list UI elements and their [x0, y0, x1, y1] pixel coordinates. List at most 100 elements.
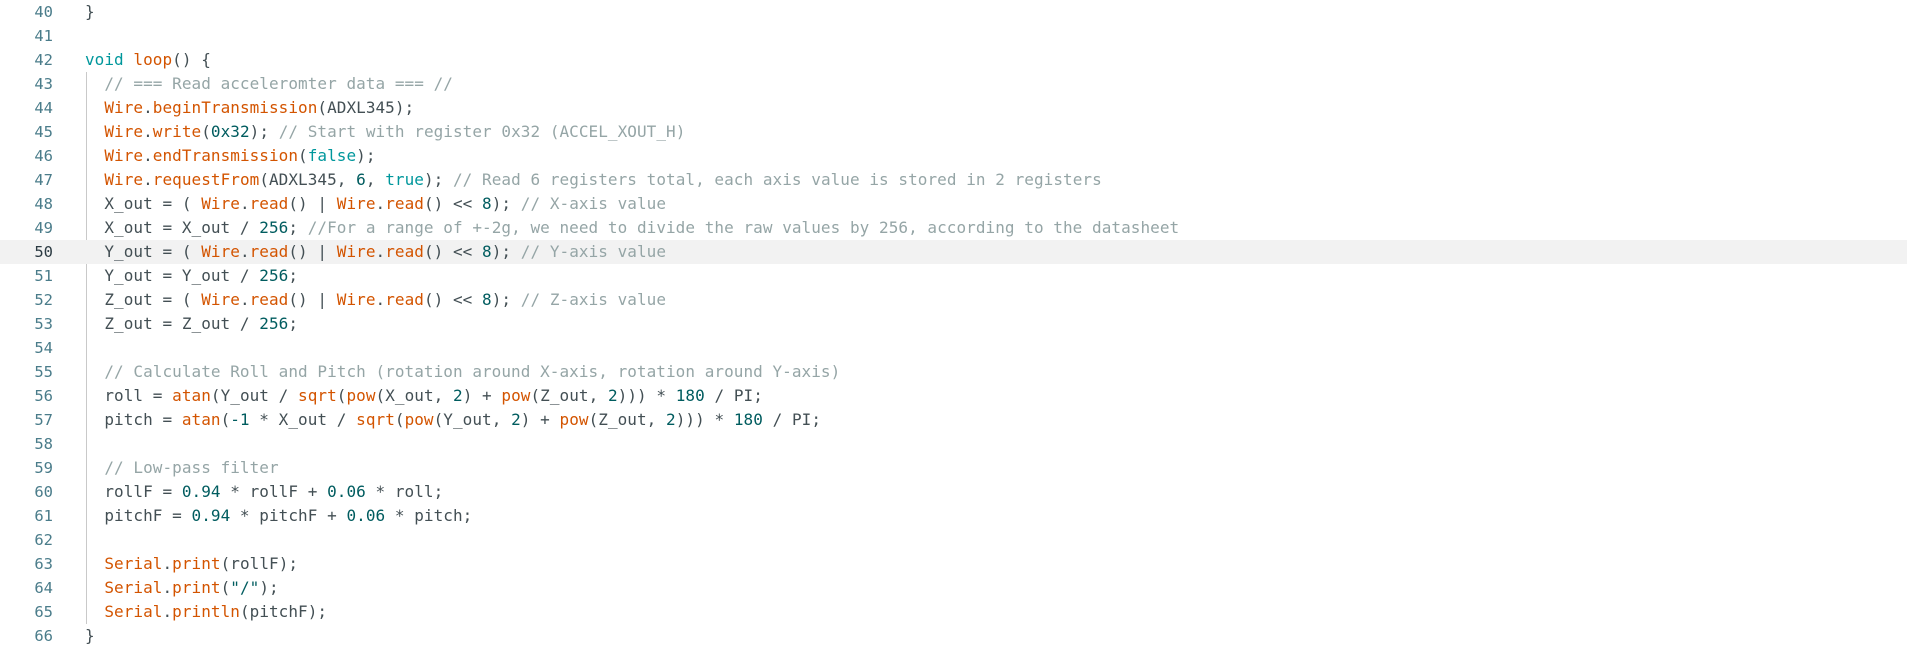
line-number: 40: [34, 3, 53, 21]
code-line[interactable]: 61 pitchF = 0.94 * pitchF + 0.06 * pitch…: [0, 504, 1907, 528]
code-token: beginTransmission: [152, 98, 318, 117]
line-number: 47: [34, 171, 53, 189]
code-line[interactable]: 40}: [0, 0, 1907, 24]
code-token: (Z_out,: [530, 386, 608, 405]
code-token: Wire: [104, 122, 144, 141]
code-token: 2: [453, 386, 463, 405]
code-text: Z_out = ( Wire.read() | Wire.read() << 8…: [85, 288, 666, 312]
code-token: );: [423, 170, 453, 189]
code-token: // Low-pass filter: [104, 458, 279, 477]
code-line[interactable]: 65 Serial.println(pitchF);: [0, 600, 1907, 624]
code-token: (: [220, 578, 231, 597]
code-token: X_out = X_out /: [85, 218, 260, 237]
line-number: 66: [34, 627, 53, 645]
code-token: roll =: [85, 386, 173, 405]
code-line[interactable]: 66}: [0, 624, 1907, 648]
code-line[interactable]: 46 Wire.endTransmission(false);: [0, 144, 1907, 168]
code-token: 0.06: [327, 482, 366, 501]
code-token: 0.94: [191, 506, 231, 525]
code-token: Z_out = Z_out /: [85, 314, 260, 333]
code-token: read: [385, 290, 424, 309]
line-number: 60: [34, 483, 53, 501]
code-token: print: [172, 578, 221, 597]
line-number: 55: [34, 363, 53, 381]
code-token: .: [239, 290, 250, 309]
code-token: (Y_out /: [210, 386, 299, 405]
code-token: 0.94: [181, 482, 221, 501]
code-line[interactable]: 60 rollF = 0.94 * rollF + 0.06 * roll;: [0, 480, 1907, 504]
code-line[interactable]: 47 Wire.requestFrom(ADXL345, 6, true); /…: [0, 168, 1907, 192]
code-line[interactable]: 55 // Calculate Roll and Pitch (rotation…: [0, 360, 1907, 384]
code-line[interactable]: 51 Y_out = Y_out / 256;: [0, 264, 1907, 288]
code-token: .: [375, 290, 386, 309]
code-token: endTransmission: [152, 146, 299, 165]
code-line[interactable]: 58: [0, 432, 1907, 456]
code-line[interactable]: 50 Y_out = ( Wire.read() | Wire.read() <…: [0, 240, 1907, 264]
line-number: 64: [34, 579, 53, 597]
code-token: Wire: [104, 146, 144, 165]
code-line[interactable]: 52 Z_out = ( Wire.read() | Wire.read() <…: [0, 288, 1907, 312]
code-token: // Y-axis value: [520, 242, 667, 261]
code-token: ;: [288, 218, 308, 237]
code-text: Wire.write(0x32); // Start with register…: [85, 120, 685, 144]
code-text: Wire.requestFrom(ADXL345, 6, true); // R…: [85, 168, 1102, 192]
code-token: // Z-axis value: [520, 290, 667, 309]
code-token: (: [394, 410, 405, 429]
code-line[interactable]: 57 pitch = atan(-1 * X_out / sqrt(pow(Y_…: [0, 408, 1907, 432]
code-line[interactable]: 42 void loop() {: [0, 48, 1907, 72]
code-token: atan: [181, 410, 221, 429]
code-line[interactable]: 43 // === Read acceleromter data === //: [0, 72, 1907, 96]
code-line[interactable]: 54: [0, 336, 1907, 360]
line-number: 50: [34, 243, 53, 261]
line-number: 52: [34, 291, 53, 309]
code-text: X_out = X_out / 256; //For a range of +-…: [85, 216, 1179, 240]
code-token: pitchF =: [85, 506, 192, 525]
code-token: sqrt: [298, 386, 337, 405]
code-token: }: [85, 2, 95, 21]
code-line[interactable]: 44 Wire.beginTransmission(ADXL345);: [0, 96, 1907, 120]
code-token: pow: [346, 386, 376, 405]
line-number: 61: [34, 507, 53, 525]
code-line[interactable]: 56 roll = atan(Y_out / sqrt(pow(X_out, 2…: [0, 384, 1907, 408]
code-line[interactable]: 53 Z_out = Z_out / 256;: [0, 312, 1907, 336]
line-number: 59: [34, 459, 53, 477]
code-token: 256: [259, 314, 289, 333]
code-line[interactable]: 45 Wire.write(0x32); // Start with regis…: [0, 120, 1907, 144]
code-token: Z_out = (: [85, 290, 202, 309]
line-number: 43: [34, 75, 53, 93]
code-line[interactable]: 62: [0, 528, 1907, 552]
code-token: rollF =: [85, 482, 182, 501]
code-token: Wire: [201, 194, 240, 213]
code-line[interactable]: 48 X_out = ( Wire.read() | Wire.read() <…: [0, 192, 1907, 216]
code-token: ))) *: [617, 386, 676, 405]
code-line[interactable]: 63 Serial.print(rollF);: [0, 552, 1907, 576]
code-token: true: [385, 170, 424, 189]
code-token: );: [259, 578, 279, 597]
code-editor[interactable]: 40} 41 42 void loop() {43 // === Read accel…: [0, 0, 1907, 645]
code-token: ) +: [462, 386, 502, 405]
code-line[interactable]: 59 // Low-pass filter: [0, 456, 1907, 480]
line-number: 49: [34, 219, 53, 237]
code-token: () |: [288, 242, 337, 261]
code-line[interactable]: 41: [0, 24, 1907, 48]
code-text: // Low-pass filter: [85, 456, 279, 480]
code-token: read: [249, 194, 289, 213]
code-line[interactable]: 49 X_out = X_out / 256; //For a range of…: [0, 216, 1907, 240]
code-token: * pitch;: [385, 506, 473, 525]
code-token: "/": [230, 578, 260, 597]
code-line[interactable]: 64 Serial.print("/");: [0, 576, 1907, 600]
code-token: false: [307, 146, 357, 165]
code-token: // Read 6 registers total, each axis val…: [453, 170, 1102, 189]
code-token: );: [356, 146, 376, 165]
code-token: loop: [133, 50, 173, 69]
line-number: 63: [34, 555, 53, 573]
code-token: 6: [356, 170, 366, 189]
line-number: 65: [34, 603, 53, 621]
code-token: pow: [501, 386, 531, 405]
code-token: 0x32: [210, 122, 250, 141]
code-token: 256: [259, 218, 289, 237]
code-token: // X-axis value: [520, 194, 667, 213]
